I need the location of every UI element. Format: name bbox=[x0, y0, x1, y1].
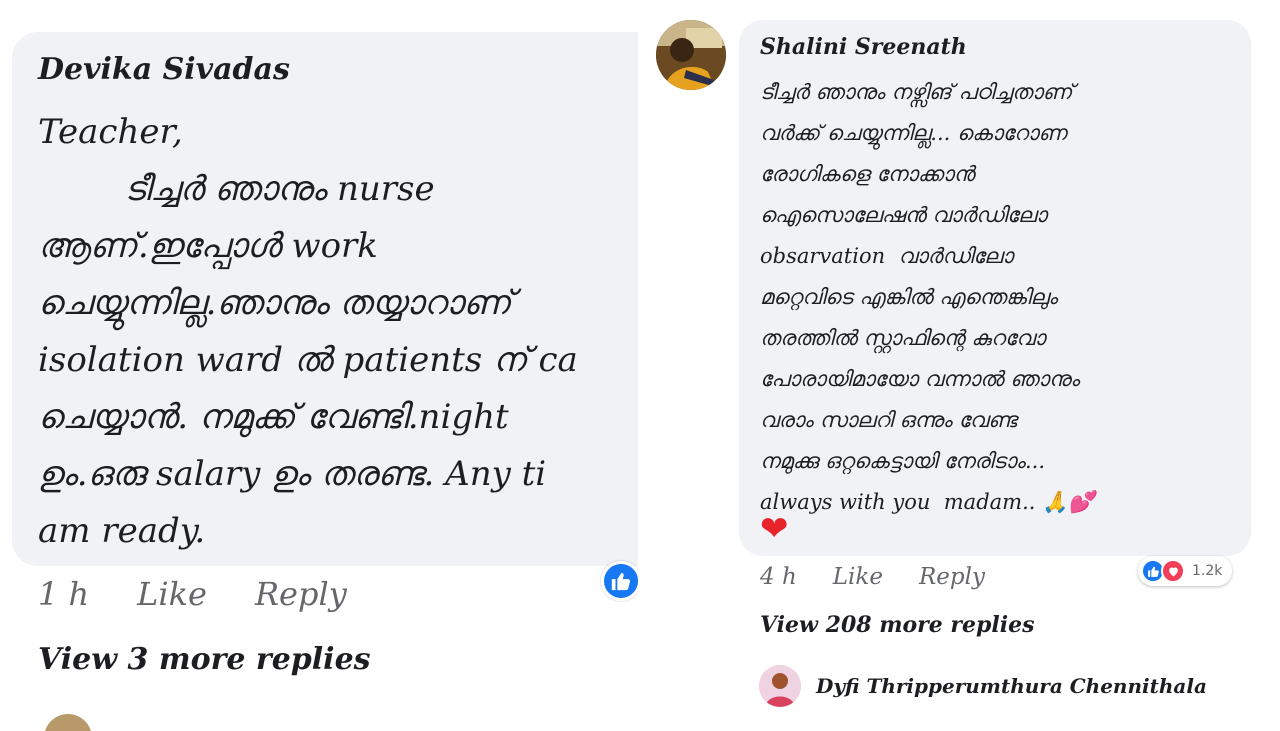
right-comment-panel: Shalini Sreenath ടീച്ചർ ഞാനും നഴ്സിങ് പഠ… bbox=[650, 0, 1280, 731]
comment-text: Teacher, ടീച്ചർ ഞാനും nurse ആണ്.ഇപ്പോൾ w… bbox=[38, 112, 578, 551]
reply-button[interactable]: Reply bbox=[919, 564, 985, 590]
comment-text: ടീച്ചർ ഞാനും നഴ്സിങ് പഠിച്ചതാണ് വർക്ക് ച… bbox=[760, 80, 1095, 514]
avatar[interactable] bbox=[759, 665, 801, 707]
avatar[interactable] bbox=[656, 20, 726, 90]
comment-actions: 4 h Like Reply bbox=[760, 564, 985, 590]
comment-timestamp[interactable]: 4 h bbox=[760, 564, 797, 590]
reply-author[interactable]: Dyfi Thripperumthura Chennithala bbox=[816, 674, 1207, 698]
reaction-summary[interactable]: 1.2k bbox=[1138, 556, 1233, 586]
heart-emoji: ❤ bbox=[760, 509, 789, 549]
comment-actions: 1 h Like Reply bbox=[38, 575, 347, 613]
view-more-replies-link[interactable]: View 3 more replies bbox=[38, 642, 371, 677]
comment-author[interactable]: Devika Sivadas bbox=[38, 52, 290, 87]
view-more-replies-link[interactable]: View 208 more replies bbox=[760, 612, 1034, 638]
like-button[interactable]: Like bbox=[833, 564, 883, 590]
avatar[interactable] bbox=[44, 714, 92, 731]
comment-timestamp[interactable]: 1 h bbox=[38, 575, 89, 613]
reply-button[interactable]: Reply bbox=[255, 575, 347, 613]
reaction-count: 1.2k bbox=[1192, 563, 1223, 579]
left-comment-panel: Devika Sivadas Teacher, ടീച്ചർ ഞാനും nur… bbox=[0, 0, 638, 731]
like-button[interactable]: Like bbox=[137, 575, 207, 613]
love-icon bbox=[1161, 559, 1185, 583]
like-icon[interactable] bbox=[601, 561, 638, 601]
comment-author[interactable]: Shalini Sreenath bbox=[760, 34, 967, 60]
